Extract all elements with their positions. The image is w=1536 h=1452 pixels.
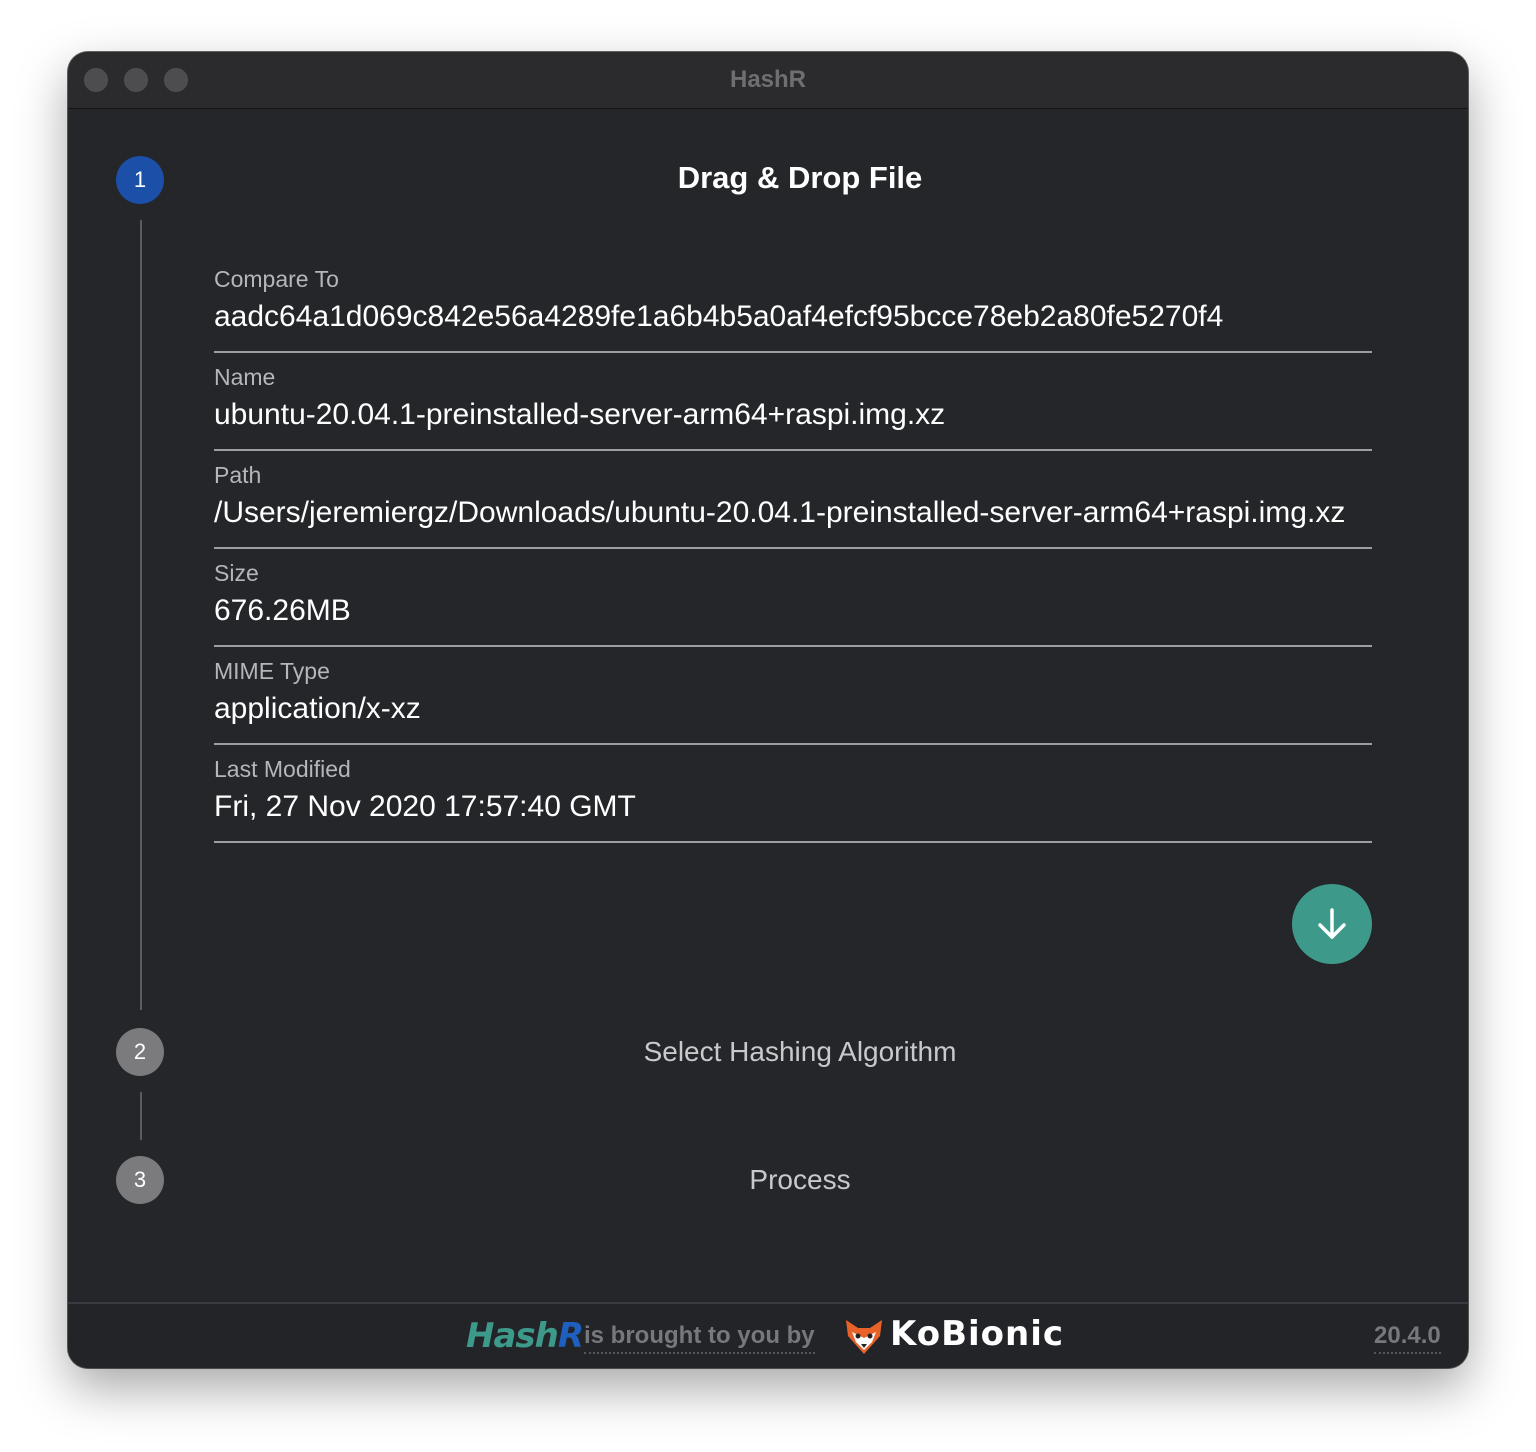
- hashr-logo: HashR: [466, 1316, 584, 1356]
- app-window: HashR 1 Drag & Drop File Compare To aadc…: [68, 52, 1468, 1368]
- field-label: Last Modified: [214, 756, 351, 782]
- step-3-indicator[interactable]: 3: [116, 1156, 164, 1204]
- field-value[interactable]: aadc64a1d069c842e56a4289fe1a6b4b5a0af4ef…: [214, 300, 1372, 334]
- next-step-button[interactable]: [1292, 884, 1372, 964]
- arrow-down-icon: [1318, 908, 1346, 939]
- field-value[interactable]: ubuntu-20.04.1-preinstalled-server-arm64…: [214, 398, 1372, 432]
- step-1-indicator[interactable]: 1: [116, 156, 164, 204]
- fox-logo-icon: [846, 1320, 882, 1354]
- mime-type-field[interactable]: MIME Type application/x-xz: [214, 648, 1372, 745]
- version-link[interactable]: 20.4.0: [1374, 1322, 1441, 1354]
- compare-to-field[interactable]: Compare To aadc64a1d069c842e56a4289fe1a6…: [214, 256, 1372, 353]
- field-label: Size: [214, 560, 259, 586]
- field-label: Path: [214, 462, 262, 488]
- last-modified-field[interactable]: Last Modified Fri, 27 Nov 2020 17:57:40 …: [214, 746, 1372, 843]
- step-1-title: Drag & Drop File: [677, 160, 923, 195]
- tagline-link[interactable]: is brought to you by: [584, 1322, 815, 1354]
- step-connector: [140, 1092, 142, 1140]
- field-value[interactable]: application/x-xz: [214, 692, 1372, 726]
- step-2-indicator[interactable]: 2: [116, 1028, 164, 1076]
- footer: HashR is brought to you by KoBionic 20.4…: [68, 1302, 1468, 1368]
- field-value[interactable]: 676.26MB: [214, 594, 1372, 628]
- size-field[interactable]: Size 676.26MB: [214, 550, 1372, 647]
- name-field[interactable]: Name ubuntu-20.04.1-preinstalled-server-…: [214, 354, 1372, 451]
- field-value[interactable]: Fri, 27 Nov 2020 17:57:40 GMT: [214, 790, 1372, 824]
- path-field[interactable]: Path /Users/jeremiergz/Downloads/ubuntu-…: [214, 452, 1372, 549]
- step-3-title[interactable]: Process: [172, 1164, 1428, 1196]
- title-bar: HashR: [68, 52, 1468, 109]
- kobionic-wordmark[interactable]: KoBionic: [890, 1314, 1064, 1354]
- field-label: Compare To: [214, 266, 339, 292]
- window-title: HashR: [729, 66, 807, 93]
- field-value[interactable]: /Users/jeremiergz/Downloads/ubuntu-20.04…: [214, 496, 1372, 530]
- field-label: Name: [214, 364, 276, 390]
- step-connector: [140, 220, 142, 1010]
- file-info-fields: Compare To aadc64a1d069c842e56a4289fe1a6…: [214, 256, 1372, 844]
- field-label: MIME Type: [214, 658, 330, 684]
- step-2-title[interactable]: Select Hashing Algorithm: [172, 1036, 1428, 1068]
